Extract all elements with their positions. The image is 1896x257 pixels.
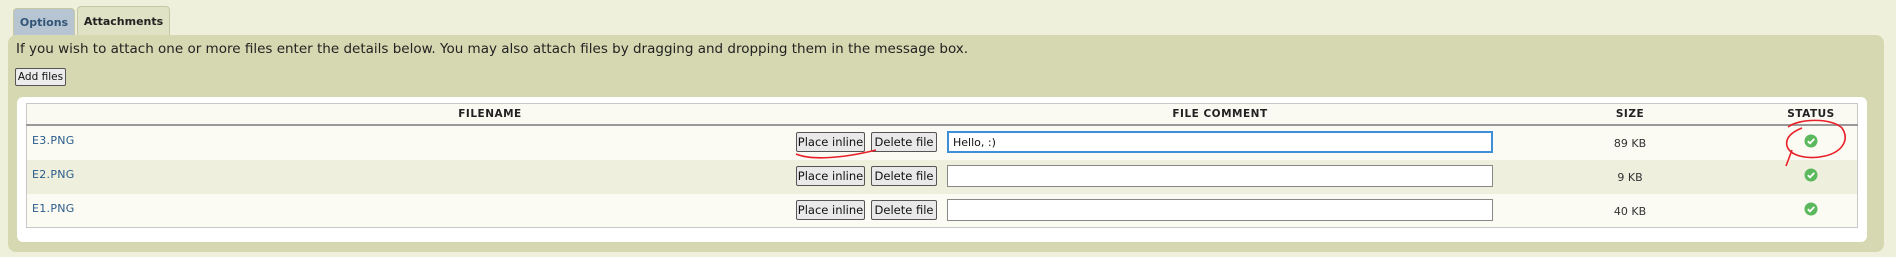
add-files-button[interactable]: Add files	[15, 68, 66, 86]
table-row	[27, 194, 1857, 227]
file-size: 89 KB	[1613, 137, 1647, 150]
place-inline-button[interactable]: Place inline	[796, 166, 865, 186]
tab-attachments[interactable]: Attachments	[77, 6, 170, 36]
check-circle-icon	[1804, 134, 1818, 148]
status-header: STATUS	[1787, 108, 1835, 120]
file-comment-header: FILE COMMENT	[1172, 108, 1268, 120]
check-circle-icon	[1804, 168, 1818, 182]
file-comment-field[interactable]: Hello, :)	[947, 131, 1493, 153]
table-row	[27, 126, 1857, 160]
check-circle-icon	[1804, 202, 1818, 216]
delete-file-button[interactable]: Delete file	[871, 200, 937, 220]
place-inline-button[interactable]: Place inline	[796, 200, 865, 220]
filename-link[interactable]: E3.PNG	[32, 134, 75, 147]
filename-link[interactable]: E1.PNG	[32, 202, 75, 215]
filename-header: FILENAME	[458, 108, 522, 120]
table-row	[27, 160, 1857, 194]
attachments-instructions: If you wish to attach one or more files …	[16, 41, 969, 57]
file-comment-field[interactable]	[947, 199, 1493, 221]
place-inline-button[interactable]: Place inline	[796, 132, 865, 152]
delete-file-button[interactable]: Delete file	[871, 166, 937, 186]
tab-options[interactable]: Options	[13, 8, 75, 36]
file-size: 9 KB	[1617, 171, 1643, 184]
size-header: SIZE	[1615, 108, 1645, 120]
filename-link[interactable]: E2.PNG	[32, 168, 75, 181]
file-size: 40 KB	[1613, 205, 1647, 218]
file-comment-field[interactable]	[947, 165, 1493, 187]
delete-file-button[interactable]: Delete file	[871, 132, 937, 152]
